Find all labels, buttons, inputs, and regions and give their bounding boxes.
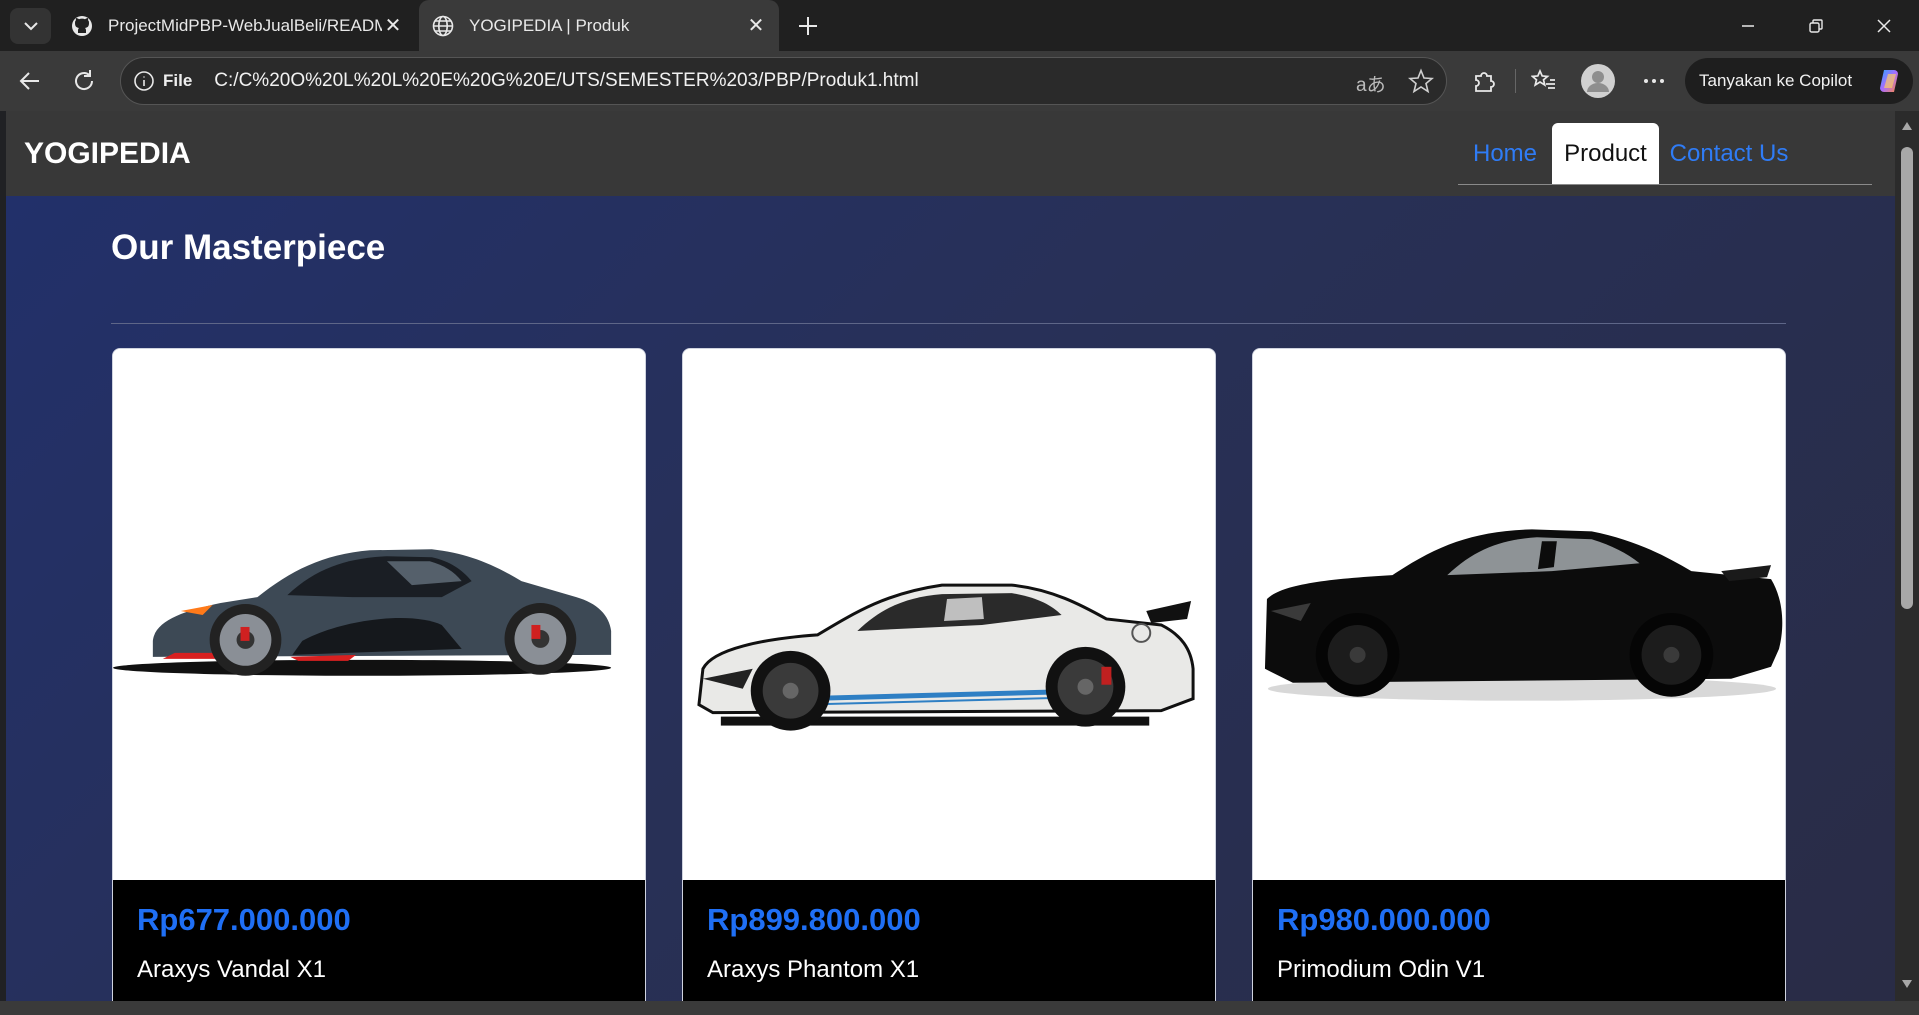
tab-yogipedia-produk[interactable]: YOGIPEDIA | Produk ✕ [419,0,779,51]
toolbar-separator [1515,69,1516,93]
close-tab-icon[interactable]: ✕ [382,13,404,38]
product-price: Rp980.000.000 [1277,902,1491,937]
section-divider [111,323,1786,324]
nav-link-contact-us[interactable]: Contact Us [1659,123,1799,184]
plus-icon [799,17,817,35]
site-navbar: YOGIPEDIA Home Product Contact Us [6,111,1895,196]
close-window-button[interactable] [1850,0,1918,51]
new-tab-button[interactable] [790,8,826,44]
site-scheme-label: File [163,71,193,90]
puzzle-icon [1475,72,1495,92]
reload-icon [75,70,94,90]
extensions-button[interactable] [1466,63,1502,99]
close-tab-icon[interactable]: ✕ [745,13,767,38]
nav-link-home[interactable]: Home [1458,123,1552,184]
window-bottom-edge [0,1001,1919,1015]
restore-button[interactable] [1782,0,1850,51]
gray-hypercar-image [113,349,645,880]
site-brand[interactable]: YOGIPEDIA [24,137,191,171]
back-button[interactable] [12,63,48,99]
products-section: Our Masterpiece Rp677.000.000 Araxys Van… [6,196,1895,1001]
browser-toolbar: File C:/C%20O%20L%20L%20E%20G%20E/UTS/SE… [0,51,1919,111]
tab-title: ProjectMidPBP-WebJualBeli/README [108,15,382,35]
tab-title: YOGIPEDIA | Produk [469,15,630,35]
chevron-down-icon [23,22,38,31]
copilot-label: Tanyakan ke Copilot [1699,71,1853,90]
nav-link-product[interactable]: Product [1552,123,1659,184]
close-icon [1877,18,1891,33]
back-arrow-icon [19,72,39,90]
url-text[interactable]: C:/C%20O%20L%20L%20E%20G%20E/UTS/SEMESTE… [214,70,918,92]
page-viewport: YOGIPEDIA Home Product Contact Us Our Ma… [6,111,1895,1001]
reload-button[interactable] [66,63,102,99]
section-heading: Our Masterpiece [111,228,386,267]
product-name: Araxys Vandal X1 [137,956,326,983]
info-icon[interactable] [133,70,155,92]
scrollbar-thumb[interactable] [1901,147,1913,609]
restore-icon [1809,18,1823,33]
product-name: Araxys Phantom X1 [707,956,920,983]
minimize-button[interactable] [1714,0,1782,51]
white-muscle-car-image [683,349,1215,880]
more-dots-icon [1644,79,1664,83]
copilot-icon [1880,70,1898,92]
scroll-up-arrow-icon[interactable] [1900,119,1914,133]
product-info: Rp677.000.000 Araxys Vandal X1 [113,880,645,1001]
read-aloud-icon[interactable]: aあ [1356,70,1386,97]
product-info: Rp980.000.000 Primodium Odin V1 [1253,880,1785,1001]
tab-actions-button[interactable] [10,8,51,44]
more-options-button[interactable] [1636,63,1672,99]
product-card[interactable]: Rp677.000.000 Araxys Vandal X1 [112,348,646,1001]
minimize-icon [1742,24,1754,27]
product-price: Rp677.000.000 [137,902,351,937]
github-icon [70,14,94,38]
product-price: Rp899.800.000 [707,902,921,937]
globe-icon [431,14,455,38]
product-info: Rp899.800.000 Araxys Phantom X1 [683,880,1215,1001]
browser-tab-bar: ProjectMidPBP-WebJualBeli/README ✕ YOGIP… [0,0,1919,51]
product-card[interactable]: Rp899.800.000 Araxys Phantom X1 [682,348,1216,1001]
favorites-button[interactable] [1526,63,1562,99]
page-scrollbar[interactable] [1895,111,1919,1001]
product-name: Primodium Odin V1 [1277,956,1486,983]
scroll-down-arrow-icon[interactable] [1900,977,1914,991]
address-bar[interactable]: File C:/C%20O%20L%20L%20E%20G%20E/UTS/SE… [120,57,1447,105]
favorites-list-icon [1531,68,1555,89]
black-coupe-image [1253,349,1785,880]
favorite-star-icon[interactable] [1407,68,1435,99]
avatar-icon [1581,64,1615,98]
nav-tabs: Home Product Contact Us [1458,123,1872,185]
product-card[interactable]: Rp980.000.000 Primodium Odin V1 [1252,348,1786,1001]
copilot-button[interactable]: Tanyakan ke Copilot [1685,58,1913,104]
tab-github-readme[interactable]: ProjectMidPBP-WebJualBeli/README ✕ [58,0,416,51]
profile-button[interactable] [1580,63,1616,99]
